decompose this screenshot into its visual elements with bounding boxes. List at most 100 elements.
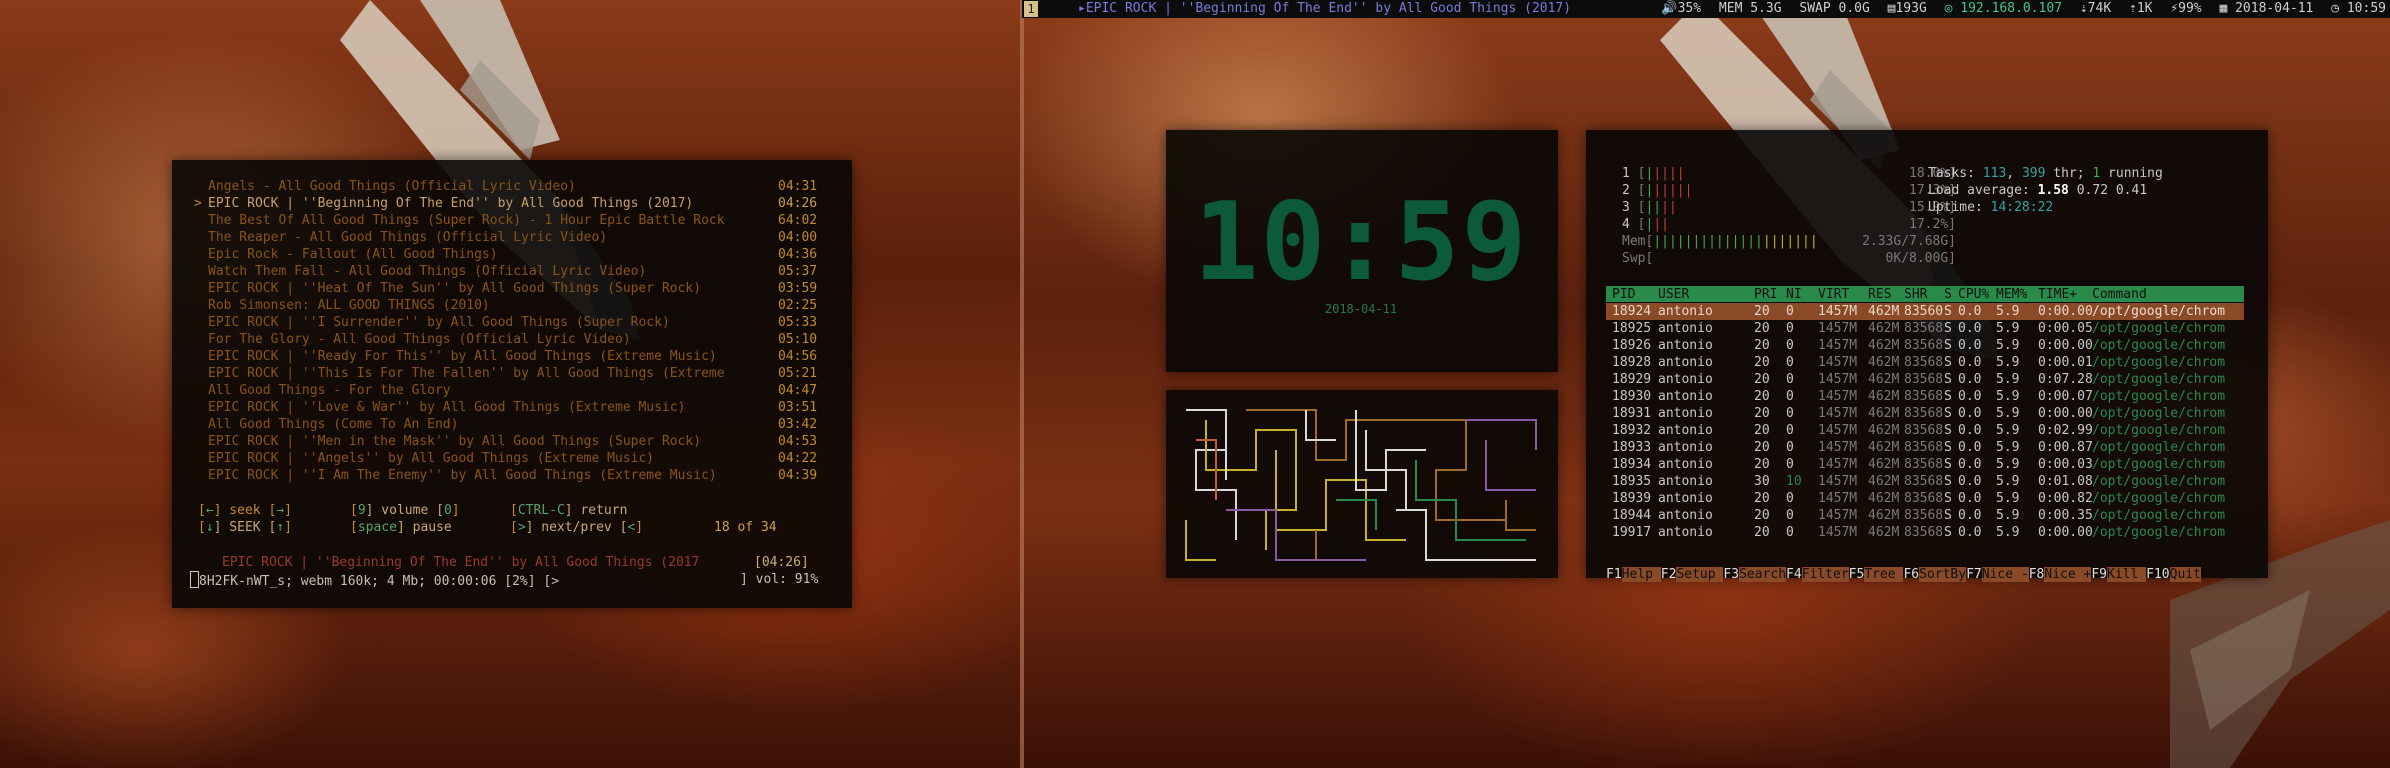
load-average: Load average: 1.58 0.72 0.41 xyxy=(1928,183,2148,198)
process-table-header[interactable]: PID USER PRI NI VIRT RES SHR S CPU% MEM% TIME+ Comm… xyxy=(1606,286,2244,302)
fkey-number[interactable]: F9 xyxy=(2091,567,2107,582)
process-cell: antonio xyxy=(1658,338,1713,353)
fkey-label[interactable]: Kill xyxy=(2107,567,2147,582)
column-header[interactable]: RES xyxy=(1868,286,1891,303)
fkey-number[interactable]: F8 xyxy=(2029,567,2045,582)
process-cell: 18934 xyxy=(1612,457,1652,472)
column-header[interactable]: VIRT xyxy=(1818,286,1849,303)
column-header[interactable]: Command xyxy=(2092,286,2147,303)
process-cell: 83568 xyxy=(1904,355,1944,370)
fkey-number[interactable]: F10 xyxy=(2146,567,2169,582)
cpu-number: 2 xyxy=(1622,183,1630,198)
column-header[interactable]: SHR xyxy=(1904,286,1927,303)
fkey-label[interactable]: SortBy xyxy=(1919,567,1967,582)
playlist-item[interactable]: EPIC ROCK | ''I Surrender'' by All Good … xyxy=(194,314,817,331)
process-cell: 18931 xyxy=(1612,406,1652,421)
fkey-label[interactable]: Help xyxy=(1621,567,1661,582)
playlist-item[interactable]: EPIC ROCK | ''Angels'' by All Good Thing… xyxy=(194,450,817,467)
htop-window[interactable]: 1 [||||| 18.0%] 2 [|||||| 17.3%] 3 [|||| 15.9… xyxy=(1586,130,2268,582)
process-cell: 0:00.35 xyxy=(2038,508,2093,523)
playlist-item[interactable]: Angels - All Good Things (Official Lyric… xyxy=(194,178,817,195)
process-row[interactable]: 18929 antonio 20 0 1457M 462M 83568 S 0.0 5.9 0:07… xyxy=(1606,371,2244,388)
track-title: EPIC ROCK | ''Beginning Of The End'' by … xyxy=(208,196,694,211)
fkey-label[interactable]: Tree xyxy=(1864,567,1904,582)
fkey-label[interactable]: Setup xyxy=(1676,567,1724,582)
playlist-item[interactable]: EPIC ROCK | ''Love & War'' by All Good T… xyxy=(194,399,817,416)
process-cell: 0:00.00 xyxy=(2038,525,2093,540)
track-duration: 05:10 xyxy=(778,332,818,347)
playlist-item[interactable]: > EPIC ROCK | ''Beginning Of The End'' by… xyxy=(194,195,817,212)
process-row[interactable]: 18924 antonio 20 0 1457M 462M 83560 S 0.0 5.9 0:00… xyxy=(1606,303,2244,320)
column-header[interactable]: PRI xyxy=(1754,286,1777,303)
column-header[interactable]: USER xyxy=(1658,286,1689,303)
playlist-item[interactable]: The Reaper - All Good Things (Official L… xyxy=(194,229,817,246)
process-cell: S xyxy=(1944,406,1952,421)
fkey-label[interactable]: Nice - xyxy=(1981,567,2029,582)
process-cell: 5.9 xyxy=(1996,491,2020,506)
fkey-number[interactable]: F2 xyxy=(1661,567,1677,582)
process-row[interactable]: 19917 antonio 20 0 1457M 462M 83568 S 0.0 5.9 0:00… xyxy=(1606,524,2244,541)
key-next-prev: [>] next/prev [<] xyxy=(510,520,644,535)
workspace-indicator[interactable]: 1 xyxy=(1024,1,1038,17)
process-cell: antonio xyxy=(1658,355,1713,370)
ip-widget: ◎ 192.168.0.107 xyxy=(1944,1,2063,16)
process-row[interactable]: 18930 antonio 20 0 1457M 462M 83568 S 0.0 5.9 0:00… xyxy=(1606,388,2244,405)
mem-meter: Mem[||||||||||||||||||||| 2.33G/7.68G] xyxy=(1622,234,1956,249)
column-header[interactable]: S xyxy=(1944,286,1952,303)
process-cell: antonio xyxy=(1658,508,1713,523)
playlist-item[interactable]: EPIC ROCK | ''This Is For The Fallen'' b… xyxy=(194,365,817,382)
music-player-window[interactable]: Angels - All Good Things (Official Lyric… xyxy=(172,160,852,608)
process-row[interactable]: 18926 antonio 20 0 1457M 462M 83568 S 0.0 5.9 0:00… xyxy=(1606,337,2244,354)
process-row[interactable]: 18925 antonio 20 0 1457M 462M 83568 S 0.0 5.9 0:00… xyxy=(1606,320,2244,337)
cpu-bar: |||| xyxy=(1645,200,1677,215)
process-row[interactable]: 18931 antonio 20 0 1457M 462M 83568 S 0.0 5.9 0:00… xyxy=(1606,405,2244,422)
column-header[interactable]: CPU% xyxy=(1958,286,1989,303)
process-cell: 0 xyxy=(1786,508,1794,523)
clock-window[interactable]: 10:59 2018-04-11 xyxy=(1166,130,1558,372)
process-cell: antonio xyxy=(1658,474,1713,489)
playlist-item[interactable]: Watch Them Fall - All Good Things (Offic… xyxy=(194,263,817,280)
fkey-number[interactable]: F3 xyxy=(1723,567,1739,582)
process-cell: antonio xyxy=(1658,304,1713,319)
column-header[interactable]: NI xyxy=(1786,286,1802,303)
playlist-item[interactable]: EPIC ROCK | ''Men in the Mask'' by All G… xyxy=(194,433,817,450)
track-title: EPIC ROCK | ''Angels'' by All Good Thing… xyxy=(208,451,655,466)
column-header[interactable]: TIME+ xyxy=(2038,286,2077,303)
playlist-item[interactable]: All Good Things - For the Glory 04:47 xyxy=(194,382,817,399)
fkey-label[interactable]: Search xyxy=(1739,567,1787,582)
track-title: Rob Simonsen: ALL GOOD THINGS (2010) xyxy=(208,298,490,313)
fkey-label[interactable]: Nice + xyxy=(2044,567,2092,582)
playlist-item[interactable]: For The Glory - All Good Things (Officia… xyxy=(194,331,817,348)
playlist-item[interactable]: Rob Simonsen: ALL GOOD THINGS (2010) 02:2… xyxy=(194,297,817,314)
process-cell: 10 xyxy=(1786,474,1802,489)
process-row[interactable]: 18939 antonio 20 0 1457M 462M 83568 S 0.0 5.9 0:00… xyxy=(1606,490,2244,507)
fkey-number[interactable]: F4 xyxy=(1786,567,1802,582)
playlist-item[interactable]: EPIC ROCK | ''Ready For This'' by All Go… xyxy=(194,348,817,365)
fkey-label[interactable]: Filter xyxy=(1801,567,1849,582)
playlist-item[interactable]: EPIC ROCK | ''Heat Of The Sun'' by All G… xyxy=(194,280,817,297)
process-row[interactable]: 18934 antonio 20 0 1457M 462M 83568 S 0.0 5.9 0:00… xyxy=(1606,456,2244,473)
track-title: All Good Things (Come To An End) xyxy=(208,417,459,432)
process-cell: /opt/google/chrom xyxy=(2092,389,2226,404)
column-header[interactable]: MEM% xyxy=(1996,286,2027,303)
playlist-item[interactable]: All Good Things (Come To An End) 03:42 xyxy=(194,416,817,433)
fkey-label[interactable]: Quit xyxy=(2169,567,2201,582)
process-row[interactable]: 18944 antonio 20 0 1457M 462M 83568 S 0.0 5.9 0:00… xyxy=(1606,507,2244,524)
column-header[interactable]: PID xyxy=(1612,286,1635,303)
fkey-number[interactable]: F5 xyxy=(1849,567,1865,582)
process-row[interactable]: 18935 antonio 30 10 1457M 462M 83568 S 0.0 5.9 0:0… xyxy=(1606,473,2244,490)
playlist-item[interactable]: The Best Of All Good Things (Super Rock)… xyxy=(194,212,817,229)
fkey-number[interactable]: F7 xyxy=(1966,567,1982,582)
process-cell: 0.0 xyxy=(1958,406,1982,421)
process-row[interactable]: 18932 antonio 20 0 1457M 462M 83568 S 0.0 5.9 0:02… xyxy=(1606,422,2244,439)
pipes-window[interactable] xyxy=(1166,390,1558,578)
volume-widget[interactable]: 🔊35% xyxy=(1661,1,1701,16)
process-row[interactable]: 18928 antonio 20 0 1457M 462M 83568 S 0.0 5.9 0:00… xyxy=(1606,354,2244,371)
playlist-item[interactable]: EPIC ROCK | ''I Am The Enemy'' by All Go… xyxy=(194,467,817,484)
process-row[interactable]: 18933 antonio 20 0 1457M 462M 83568 S 0.0 5.9 0:00… xyxy=(1606,439,2244,456)
fkey-number[interactable]: F1 xyxy=(1606,567,1622,582)
fkey-number[interactable]: F6 xyxy=(1903,567,1919,582)
playlist-item[interactable]: Epic Rock - Fallout (All Good Things) 04:… xyxy=(194,246,817,263)
now-playing-duration: [04:26] xyxy=(754,555,809,570)
process-cell: S xyxy=(1944,321,1952,336)
